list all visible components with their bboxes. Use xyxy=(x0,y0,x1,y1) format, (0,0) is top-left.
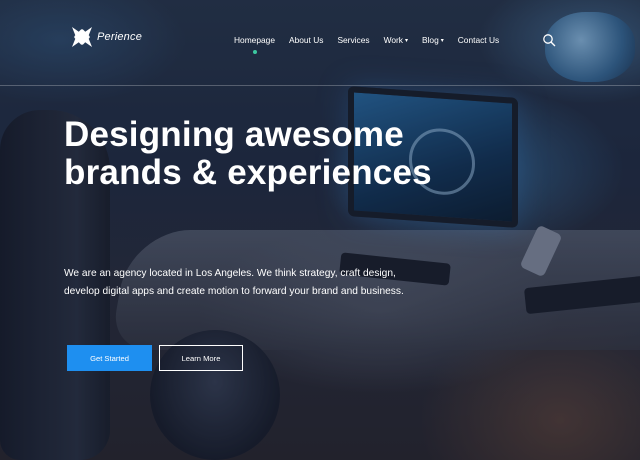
nav-item-homepage[interactable]: Homepage xyxy=(234,35,275,54)
hero-title-line: Designing awesome xyxy=(64,115,404,154)
nav-item-contact-us[interactable]: Contact Us xyxy=(458,35,499,45)
site-logo[interactable]: Perience xyxy=(68,23,142,51)
nav-item-blog[interactable]: Blog ▾ xyxy=(422,35,444,45)
chevron-down-icon: ▾ xyxy=(404,37,408,44)
x-logo-icon xyxy=(72,27,92,47)
main-nav: Homepage About Us Services Work ▾ Blog ▾… xyxy=(234,35,513,54)
hero-title-line: brands & experiences xyxy=(64,153,432,192)
nav-item-work[interactable]: Work ▾ xyxy=(384,35,408,45)
learn-more-button[interactable]: Learn More xyxy=(159,345,243,371)
logo-text: Perience xyxy=(97,31,143,43)
hero-title: Designing awesome brands & experiences xyxy=(64,116,524,192)
chevron-down-icon: ▾ xyxy=(440,37,444,44)
nav-item-about-us[interactable]: About Us xyxy=(289,35,323,45)
nav-item-label: Contact Us xyxy=(457,35,500,45)
nav-item-services[interactable]: Services xyxy=(337,35,369,45)
site-header: Perience Homepage About Us Services Work… xyxy=(0,0,640,86)
active-indicator xyxy=(253,50,257,54)
nav-item-label: Homepage xyxy=(234,35,275,45)
nav-item-label: Work xyxy=(383,35,403,45)
nav-item-label: About Us xyxy=(288,35,324,45)
nav-item-label: Blog xyxy=(421,35,439,45)
nav-item-label: Services xyxy=(337,35,370,45)
get-started-button[interactable]: Get Started xyxy=(67,345,152,371)
hero-subtitle: We are an agency located in Los Angeles.… xyxy=(64,268,404,297)
search-icon[interactable] xyxy=(542,33,556,47)
